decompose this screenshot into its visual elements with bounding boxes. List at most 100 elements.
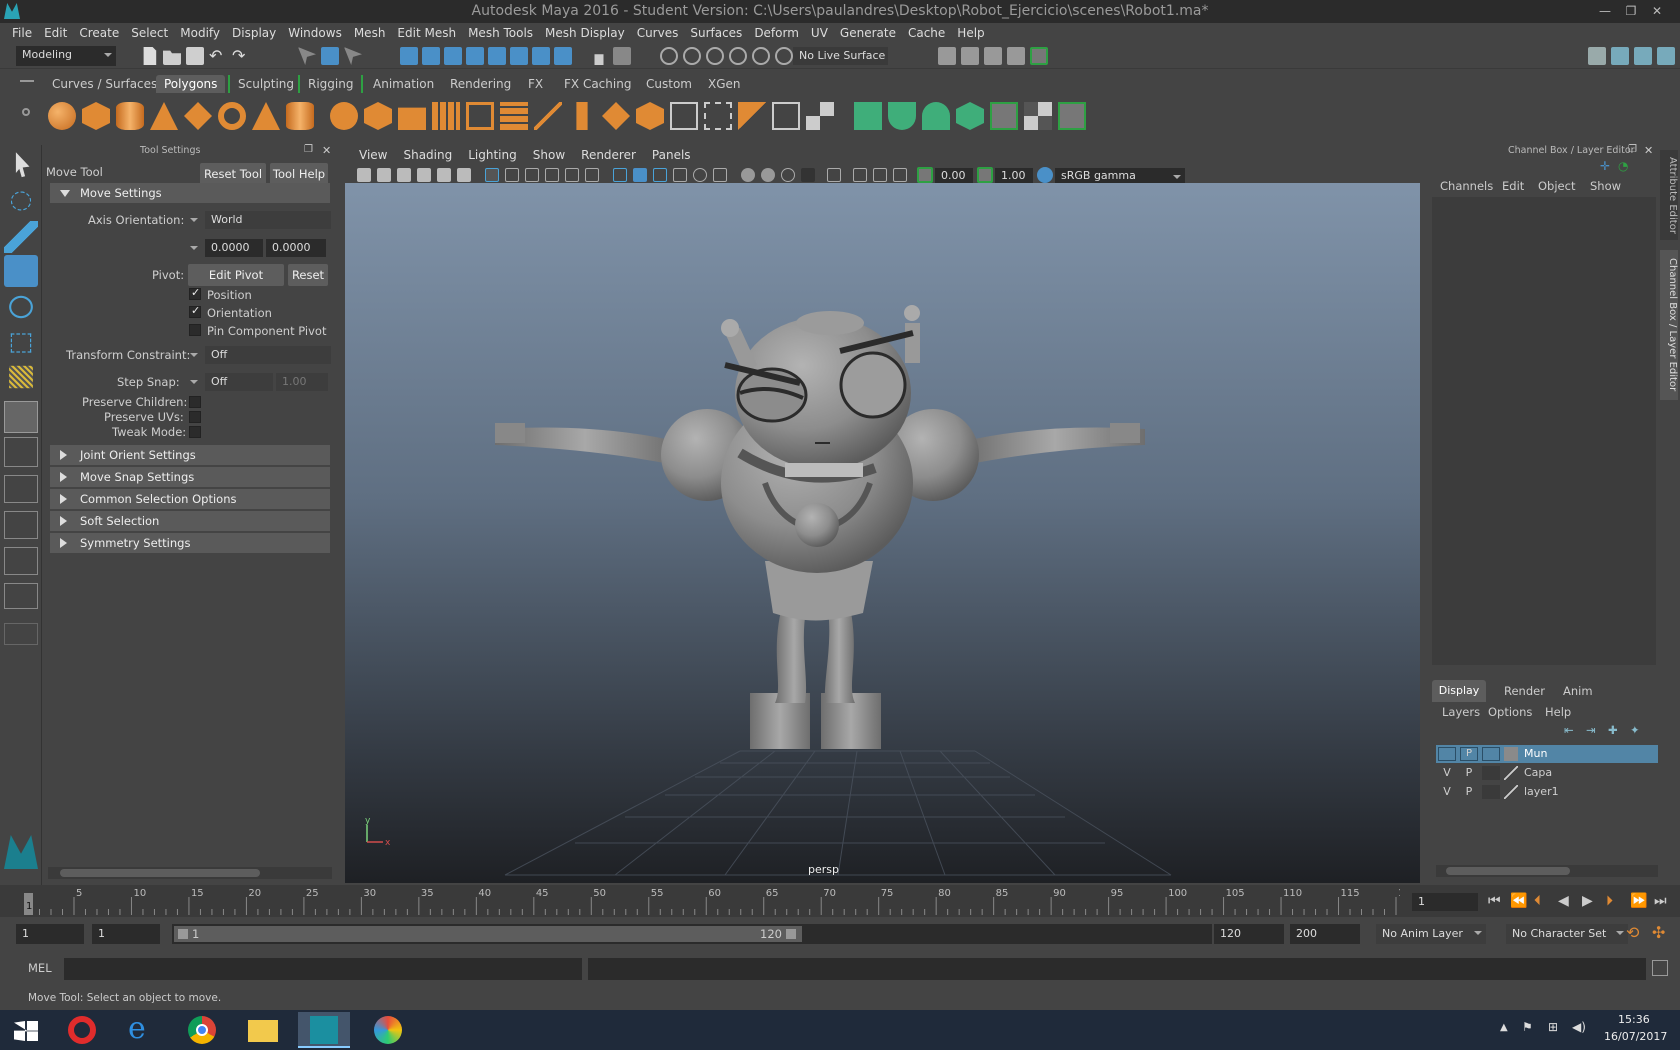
move-layer-down-icon[interactable]: ⇥ <box>1586 723 1596 737</box>
shelf-tab-sculpting[interactable]: Sculpting <box>228 75 302 93</box>
menu-modify[interactable]: Modify <box>174 26 226 40</box>
merge-icon[interactable] <box>738 102 766 130</box>
play-forwards-icon[interactable]: ▶ <box>1582 893 1593 909</box>
flag-icon[interactable]: ⚑ <box>1522 1020 1533 1034</box>
toggle-attribute-editor-icon[interactable] <box>1611 47 1629 65</box>
safe-action-icon[interactable] <box>585 168 599 182</box>
screen-space-ao-icon[interactable] <box>741 168 755 182</box>
xray-icon[interactable] <box>853 168 867 182</box>
layer-row[interactable]: V P Capa <box>1436 764 1658 782</box>
toggle-tool-settings-icon[interactable] <box>1634 47 1652 65</box>
new-empty-layer-icon[interactable]: ✚ <box>1608 723 1618 737</box>
color-management-icon[interactable] <box>1037 167 1053 183</box>
reset-tool-button[interactable]: Reset Tool <box>200 163 266 185</box>
start-time-field[interactable]: 1 <box>16 924 84 944</box>
lock-icon[interactable] <box>594 54 604 65</box>
persp-hypershade-layout-icon[interactable] <box>4 547 38 575</box>
poly-cylinder-icon[interactable] <box>116 102 144 130</box>
outliner-persp-layout-icon[interactable] <box>4 583 38 609</box>
range-track[interactable]: 1 120 <box>172 924 1212 944</box>
go-to-end-icon[interactable]: ⏭ <box>1654 893 1667 909</box>
poly-cube-icon[interactable] <box>82 102 110 130</box>
tweak-mode-checkbox[interactable] <box>189 426 201 438</box>
paint-app[interactable] <box>362 1012 414 1048</box>
motion-blur-icon[interactable] <box>761 168 775 182</box>
gamma-icon[interactable] <box>977 167 993 183</box>
wireframe-on-shaded-icon[interactable] <box>653 168 667 182</box>
layer-visibility-toggle[interactable]: V <box>1438 785 1456 798</box>
film-gate-icon[interactable] <box>505 168 519 182</box>
maya-home-logo-icon[interactable] <box>4 835 38 869</box>
depth-of-field-icon[interactable] <box>801 168 815 182</box>
shelf-tab-fx-caching[interactable]: FX Caching <box>556 75 639 93</box>
planar-mapping-icon[interactable] <box>888 102 916 130</box>
position-checkbox[interactable] <box>189 286 201 300</box>
bool-difference-icon[interactable] <box>500 102 528 130</box>
anim-layer-dropdown[interactable]: No Anim Layer <box>1376 924 1486 944</box>
move-layer-up-icon[interactable]: ⇤ <box>1564 723 1574 737</box>
playback-start-field[interactable]: 1 <box>92 924 160 944</box>
snap-to-curve-icon[interactable] <box>683 47 701 65</box>
wireframe-icon[interactable] <box>613 168 627 182</box>
fill-hole-icon[interactable] <box>704 102 732 130</box>
soft-selection-header[interactable]: Soft Selection <box>50 511 330 531</box>
open-scene-icon[interactable] <box>163 50 181 65</box>
close-icon[interactable]: ✕ <box>1644 0 1670 23</box>
hypershade-icon[interactable] <box>1030 47 1048 65</box>
snap-to-projected-center-icon[interactable] <box>775 47 793 65</box>
image-plane-icon[interactable] <box>417 168 431 182</box>
play-backwards-icon[interactable]: ◀ <box>1558 893 1569 909</box>
playback-end-field[interactable]: 120 <box>1214 924 1284 944</box>
edit-pivot-button[interactable]: Edit Pivot <box>188 264 284 286</box>
snap-to-view-plane-icon[interactable] <box>729 47 747 65</box>
internet-explorer-app[interactable]: e <box>116 1012 168 1048</box>
multi-cut-icon[interactable] <box>534 102 562 130</box>
shelf-tab-animation[interactable]: Animation <box>365 75 442 93</box>
move-tool-icon[interactable] <box>4 255 38 287</box>
combine-icon[interactable] <box>330 102 358 130</box>
collapse-icon[interactable] <box>806 102 834 130</box>
preserve-children-checkbox[interactable] <box>189 396 201 408</box>
undo-icon[interactable]: ↶ <box>209 47 227 65</box>
perspective-viewport[interactable]: y x persp <box>345 183 1420 883</box>
new-layer-selected-icon[interactable]: ✦ <box>1630 723 1640 737</box>
rotate-tool-icon[interactable] <box>9 295 33 319</box>
channel-object-menu[interactable]: Object <box>1538 179 1575 193</box>
channel-box-sync-icon[interactable]: ◔ <box>1618 159 1632 173</box>
close-channel-box-icon[interactable]: ✕ <box>1644 144 1653 157</box>
axis-orientation-field[interactable]: World <box>205 211 331 229</box>
pin-component-pivot-checkbox[interactable] <box>189 324 201 336</box>
select-rendering-icon[interactable] <box>532 47 550 65</box>
menu-edit-mesh[interactable]: Edit Mesh <box>391 26 462 40</box>
render-view-icon[interactable] <box>938 47 956 65</box>
network-icon[interactable]: ⊞ <box>1548 1020 1558 1034</box>
grease-pencil-icon[interactable] <box>457 168 471 182</box>
two-d-pan-zoom-icon[interactable] <box>437 168 451 182</box>
render-current-frame-icon[interactable] <box>961 47 979 65</box>
move-snap-settings-header[interactable]: Move Snap Settings <box>50 467 330 487</box>
layer-name[interactable]: Capa <box>1524 766 1552 779</box>
select-joints-icon[interactable] <box>422 47 440 65</box>
volume-icon[interactable]: ◀) <box>1572 1020 1586 1034</box>
move-settings-header[interactable]: Move Settings <box>50 183 330 203</box>
new-scene-icon[interactable] <box>143 47 157 65</box>
poly-sphere-icon[interactable] <box>48 102 76 130</box>
range-bar[interactable]: 1 120 <box>174 926 802 942</box>
redo-icon[interactable]: ↷ <box>232 47 250 65</box>
shelf-tab-xgen[interactable]: XGen <box>700 75 749 93</box>
cylindrical-mapping-icon[interactable] <box>922 102 950 130</box>
automatic-mapping-icon[interactable] <box>956 102 984 130</box>
shelf-tab-custom[interactable]: Custom <box>638 75 700 93</box>
chrome-app[interactable] <box>176 1012 228 1048</box>
options-menu[interactable]: Options <box>1488 705 1532 719</box>
layer-color-swatch[interactable] <box>1504 766 1518 780</box>
restore-icon[interactable]: ❐ <box>1618 0 1644 23</box>
layer-color-swatch[interactable] <box>1504 747 1518 761</box>
close-panel-icon[interactable]: ✕ <box>322 144 331 157</box>
viewport-menu-lighting[interactable]: Lighting <box>460 148 525 162</box>
camera-attributes-icon[interactable] <box>377 168 391 182</box>
poly-torus-icon[interactable] <box>218 102 246 130</box>
select-deformations-icon[interactable] <box>488 47 506 65</box>
time-slider[interactable]: 5 10 15 20 25 30 35 40 45 50 55 60 65 70 75 80 85 90 95 100… <box>0 885 1680 917</box>
tray-overflow-icon[interactable]: ▲ <box>1500 1022 1508 1033</box>
